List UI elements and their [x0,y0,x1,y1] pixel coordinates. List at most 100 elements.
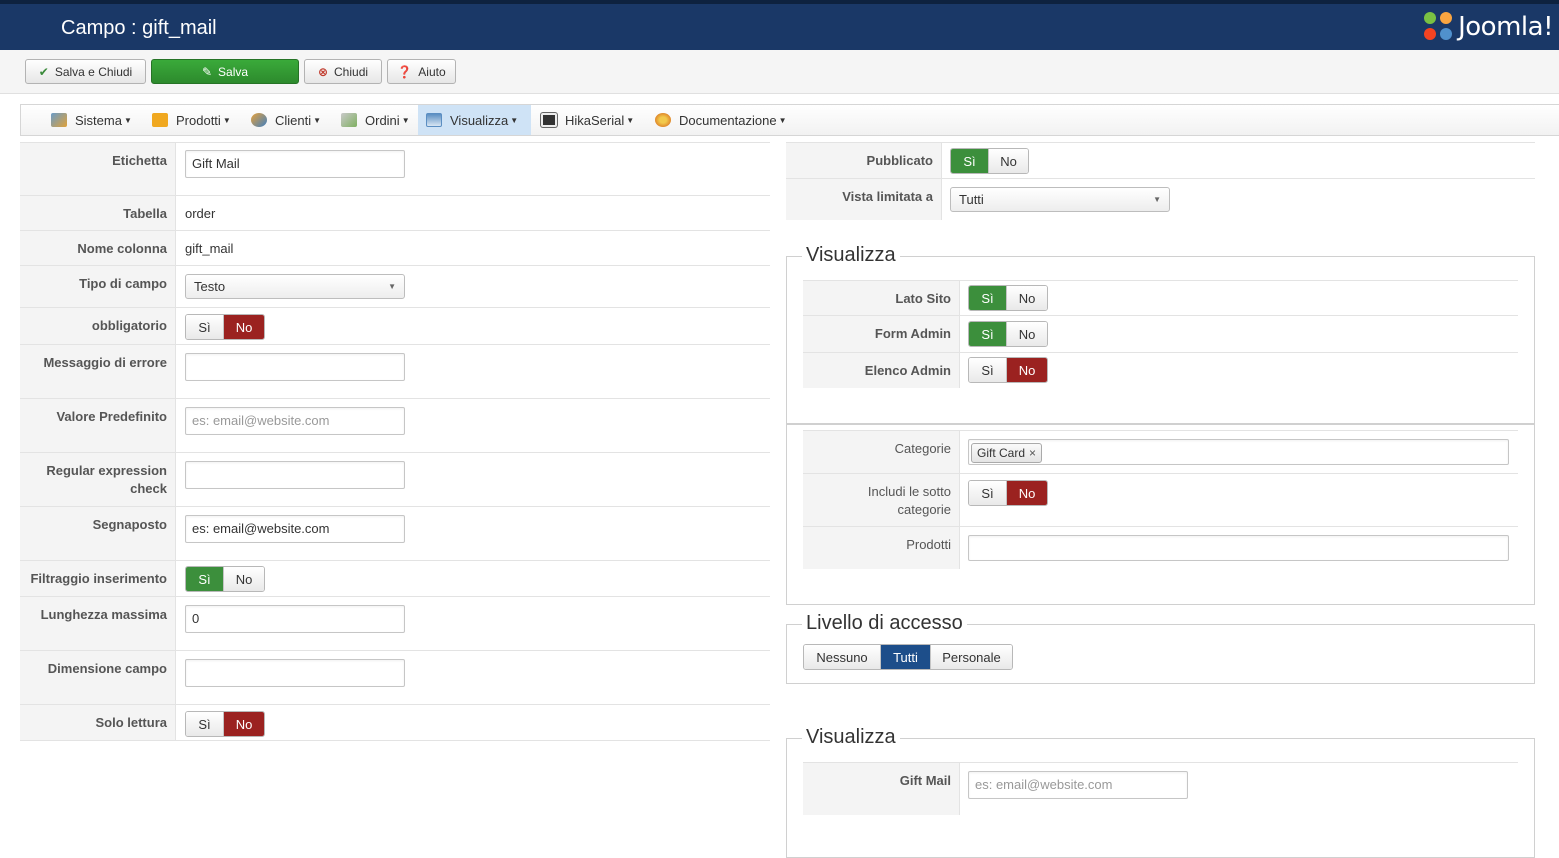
menu-visualizza[interactable]: Visualizza ▼ [418,105,531,135]
menu-label: Clienti [275,112,312,128]
menu-label: Ordini [365,112,400,128]
label-regex-check: Regular expression check [20,453,176,506]
display-icon [426,113,442,127]
row-filtraggio: Filtraggio inserimento Sì No [20,561,770,597]
etichetta-input[interactable]: Gift Mail [185,150,405,178]
label-includi-sotto: Includi le sotto categorie [803,474,960,526]
category-tag: Gift Card × [971,443,1043,463]
prodotti-input[interactable] [968,535,1509,561]
menu-clienti[interactable]: Clienti ▼ [243,105,329,135]
menu-prodotti[interactable]: Prodotti ▼ [144,105,239,135]
row-lato-sito: Lato Sito Sì No [803,280,1518,316]
help-label: Aiuto [418,64,446,79]
accesso-nessuno[interactable]: Nessuno [804,645,880,669]
vista-limitata-selected: Tutti [959,192,984,207]
pubblicato-no[interactable]: No [988,149,1028,173]
obbligatorio-toggle: Sì No [185,314,265,340]
save-button[interactable]: ✎ Salva [151,59,299,84]
vista-limitata-select[interactable]: Tutti ▼ [950,187,1170,212]
pubblicato-yes[interactable]: Sì [951,149,988,173]
close-button[interactable]: ⊗ Chiudi [304,59,382,84]
caret-down-icon: ▼ [626,115,635,125]
elenco-admin-no[interactable]: No [1006,358,1047,382]
valore-predefinito-input[interactable]: es: email@website.com [185,407,405,435]
remove-tag-icon[interactable]: × [1029,444,1036,462]
caret-down-icon: ▼ [778,115,787,125]
lato-sito-toggle: Sì No [968,285,1048,311]
header-bar: Campo : gift_mail Joomla! [0,0,1559,50]
row-prodotti: Prodotti [803,527,1518,569]
label-etichetta: Etichetta [20,143,176,195]
accesso-tutti[interactable]: Tutti [880,645,930,669]
save-and-close-button[interactable]: ✔ Salva e Chiudi [25,59,146,84]
label-regex-line1: Regular expression [46,463,167,478]
form-admin-toggle: Sì No [968,321,1048,347]
check-icon: ✔ [38,64,49,79]
menu-label: Documentazione [679,112,777,128]
messaggio-errore-input[interactable] [185,353,405,381]
lunghezza-massima-input[interactable]: 0 [185,605,405,633]
label-solo-lettura: Solo lettura [20,705,176,740]
form-admin-no[interactable]: No [1006,322,1047,346]
menu-label: Sistema [75,112,122,128]
help-icon: ❓ [397,64,413,79]
categorie-input[interactable]: Gift Card × [968,439,1509,465]
label-nome-colonna: Nome colonna [20,231,176,265]
menu-sistema[interactable]: Sistema ▼ [43,105,140,135]
label-segnaposto: Segnaposto [20,507,176,560]
main-menu: Sistema ▼ Prodotti ▼ Clienti ▼ Ordini ▼ Visu… [20,104,1559,136]
elenco-admin-toggle: Sì No [968,357,1048,383]
dimensione-campo-input[interactable] [185,659,405,687]
label-filtraggio: Filtraggio inserimento [20,561,176,596]
label-prodotti: Prodotti [803,527,960,569]
regex-check-input[interactable] [185,461,405,489]
edit-icon: ✎ [201,64,213,79]
serial-icon [541,113,557,127]
legend-visualizza: Visualizza [802,244,900,267]
includi-sotto-yes[interactable]: Sì [969,481,1006,505]
form-admin-yes[interactable]: Sì [969,322,1006,346]
filtraggio-no[interactable]: No [223,567,264,591]
divider [787,423,1534,425]
obbligatorio-no[interactable]: No [223,315,264,339]
orders-icon [341,113,357,127]
row-dimensione-campo: Dimensione campo [20,651,770,705]
row-elenco-admin: Elenco Admin Sì No [803,353,1518,388]
help-button[interactable]: ❓ Aiuto [387,59,456,84]
box-icon [152,113,168,127]
tools-icon [51,113,67,127]
elenco-admin-yes[interactable]: Sì [969,358,1006,382]
menu-hikaserial[interactable]: HikaSerial ▼ [533,105,642,135]
accesso-personale[interactable]: Personale [930,645,1012,669]
obbligatorio-yes[interactable]: Sì [186,315,223,339]
tipo-campo-select[interactable]: Testo ▼ [185,274,405,299]
label-lato-sito: Lato Sito [803,281,960,315]
includi-sotto-toggle: Sì No [968,480,1048,506]
label-pubblicato: Pubblicato [786,143,942,178]
joomla-logo-text: Joomla! [1458,12,1553,42]
row-includi-sotto: Includi le sotto categorie Sì No [803,474,1518,527]
menu-documentazione[interactable]: Documentazione ▼ [647,105,794,135]
row-lunghezza-massima: Lunghezza massima 0 [20,597,770,651]
docs-icon [655,113,671,127]
includi-sotto-no[interactable]: No [1006,481,1047,505]
solo-lettura-yes[interactable]: Sì [186,712,223,736]
gift-mail-input[interactable]: es: email@website.com [968,771,1188,799]
dropdown-arrow-icon: ▼ [388,282,396,291]
label-valore-predefinito: Valore Predefinito [20,399,176,452]
lato-sito-no[interactable]: No [1006,286,1047,310]
category-tag-label: Gift Card [977,446,1026,460]
label-tipo-campo: Tipo di campo [20,266,176,307]
caret-down-icon: ▼ [123,115,132,125]
users-icon [251,113,267,127]
segnaposto-input[interactable]: es: email@website.com [185,515,405,543]
livello-accesso-group: Nessuno Tutti Personale [803,644,1013,670]
caret-down-icon: ▼ [222,115,231,125]
filtraggio-yes[interactable]: Sì [186,567,223,591]
menu-ordini[interactable]: Ordini ▼ [333,105,418,135]
solo-lettura-toggle: Sì No [185,711,265,737]
lato-sito-yes[interactable]: Sì [969,286,1006,310]
tabella-value: order [185,206,216,221]
solo-lettura-no[interactable]: No [223,712,264,736]
joomla-logo[interactable]: Joomla! [1424,10,1553,44]
